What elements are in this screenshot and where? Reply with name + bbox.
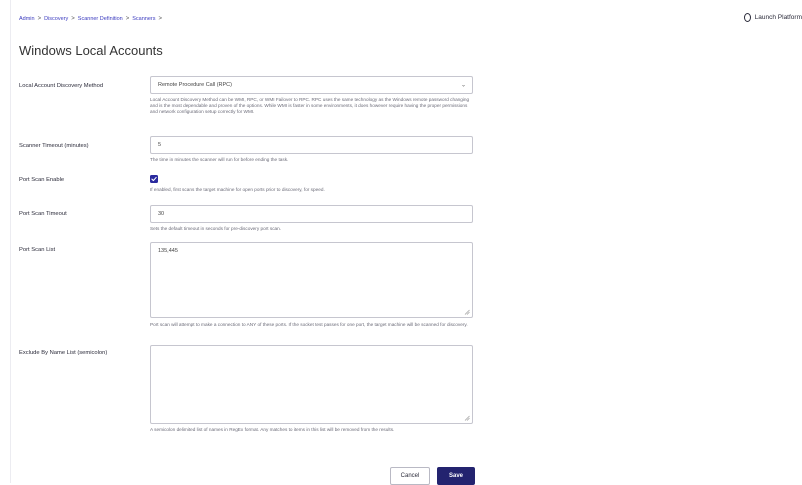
port-scan-timeout-input[interactable]: 30 (150, 205, 473, 223)
scanner-timeout-value: 5 (158, 142, 162, 148)
discovery-method-help: Local Account Discovery Method can be WM… (150, 97, 470, 115)
discovery-method-select[interactable]: Remote Procedure Call (RPC) ⌄ (150, 76, 473, 94)
port-scan-timeout-value: 30 (158, 211, 165, 217)
breadcrumb-scanners[interactable]: Scanners (132, 16, 155, 22)
port-scan-timeout-label: Port Scan Timeout (19, 211, 67, 217)
breadcrumb-separator: > (37, 16, 42, 22)
port-scan-list-textarea[interactable]: 135,445 (150, 242, 473, 318)
scanner-timeout-input[interactable]: 5 (150, 136, 473, 154)
breadcrumb-separator: > (125, 16, 130, 22)
exclude-by-name-textarea[interactable] (150, 345, 473, 424)
breadcrumb-admin[interactable]: Admin (19, 16, 35, 22)
breadcrumb-scanner-definition[interactable]: Scanner Definition (78, 16, 123, 22)
discovery-method-label: Local Account Discovery Method (19, 83, 104, 89)
cancel-button[interactable]: Cancel (390, 467, 430, 485)
port-scan-enable-label: Port Scan Enable (19, 177, 65, 183)
scanner-timeout-label: Scanner Timeout (minutes) (19, 143, 89, 149)
port-scan-timeout-help: Sets the default timeout in seconds for … (150, 226, 282, 231)
breadcrumb-discovery[interactable]: Discovery (44, 16, 68, 22)
port-scan-list-label: Port Scan List (19, 247, 56, 253)
launch-platform-link[interactable]: Launch Platform (743, 13, 802, 22)
scanner-timeout-help: The time in minutes the scanner will run… (150, 157, 289, 162)
exclude-by-name-label: Exclude By Name List (semicolon) (19, 350, 108, 356)
breadcrumb-separator: > (158, 16, 163, 22)
port-scan-enable-checkbox[interactable] (150, 175, 158, 183)
resize-handle-icon[interactable] (464, 415, 470, 421)
exclude-by-name-help: A semicolon delimited list of names in R… (150, 427, 395, 432)
checkmark-icon (151, 176, 157, 182)
page-title: Windows Local Accounts (19, 43, 163, 58)
discovery-method-value: Remote Procedure Call (RPC) (158, 82, 232, 88)
port-scan-list-help: Port scan will attempt to make a connect… (150, 322, 468, 327)
resize-handle-icon[interactable] (464, 309, 470, 315)
breadcrumb-separator: > (71, 16, 75, 22)
platform-logo-icon (743, 13, 751, 22)
chevron-down-icon: ⌄ (460, 82, 466, 89)
save-button[interactable]: Save (437, 467, 475, 485)
breadcrumb: Admin > Discovery > Scanner Definition >… (19, 16, 165, 22)
port-scan-enable-help: If enabled, first scans the target machi… (150, 187, 325, 192)
launch-platform-label: Launch Platform (754, 14, 802, 21)
port-scan-list-value: 135,445 (158, 248, 178, 254)
